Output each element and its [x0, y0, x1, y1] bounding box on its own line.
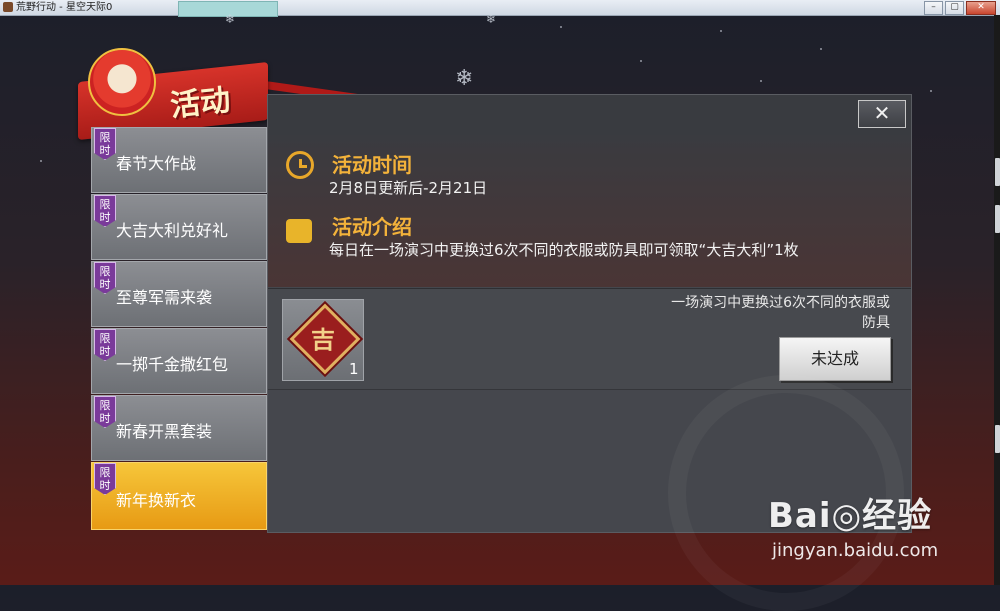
- reward-count: 1: [349, 360, 359, 378]
- activity-info: 活动时间 2月8日更新后-2月21日 活动介绍 每日在一场演习中更换过6次不同的…: [268, 135, 911, 287]
- sidebar-item-new-clothes[interactable]: 限时 新年换新衣: [91, 462, 267, 530]
- task-desc-line: 防具: [862, 315, 890, 331]
- limited-tag: 限时: [94, 128, 116, 160]
- lion-mascot-icon: [88, 48, 156, 116]
- task-row: 吉 1 一场演习中更换过6次不同的衣服或 防具 未达成: [268, 289, 911, 390]
- sidebar-item-lucky-exchange[interactable]: 限时 大吉大利兑好礼: [91, 194, 267, 260]
- baidu-watermark: Bai◎经验: [768, 496, 933, 536]
- sidebar-item-label: 新春开黑套装: [116, 422, 213, 441]
- intro-text: 每日在一场演习中更换过6次不同的衣服或防具即可领取“大吉大利”1枚: [329, 241, 799, 259]
- edge-tab[interactable]: [995, 205, 1000, 233]
- limited-tag: 限时: [94, 329, 116, 361]
- sidebar-item-label: 至尊军需来袭: [116, 288, 213, 307]
- status-button[interactable]: 未达成: [779, 337, 891, 381]
- sidebar-item-squad-outfit[interactable]: 限时 新春开黑套装: [91, 395, 267, 461]
- star-dot: [930, 90, 932, 92]
- snowflake-icon: ❄: [225, 12, 236, 26]
- star-dot: [40, 160, 42, 162]
- sidebar-item-label: 新年换新衣: [116, 491, 197, 510]
- window-title: 荒野行动 - 星空天际0: [16, 2, 113, 13]
- edge-tab[interactable]: [995, 158, 1000, 186]
- time-title: 活动时间: [332, 153, 412, 177]
- limited-tag: 限时: [94, 262, 116, 294]
- window-controls: – ▢ ✕: [924, 1, 996, 15]
- sidebar-item-label: 一掷千金撒红包: [116, 355, 229, 374]
- sidebar-item-red-envelope[interactable]: 限时 一掷千金撒红包: [91, 328, 267, 394]
- sidebar-item-spring-battle[interactable]: 限时 春节大作战: [91, 127, 267, 193]
- reward-item-slot[interactable]: 吉 1: [282, 299, 364, 381]
- snowflake-icon: ❄: [486, 12, 497, 26]
- panel-header: ✕: [268, 95, 911, 135]
- sidebar-item-supply[interactable]: 限时 至尊军需来袭: [91, 261, 267, 327]
- intro-title: 活动介绍: [332, 215, 412, 239]
- watermark-url: jingyan.baidu.com: [772, 540, 939, 561]
- gift-icon: [286, 219, 312, 243]
- task-description: 一场演习中更换过6次不同的衣服或 防具: [628, 293, 890, 333]
- star-dot: [720, 30, 722, 32]
- star-dot: [820, 48, 822, 50]
- reward-char: 吉: [311, 326, 335, 354]
- page-title: 活动: [168, 82, 233, 125]
- edge-tab[interactable]: [995, 425, 1000, 453]
- star-dot: [640, 60, 642, 62]
- close-button[interactable]: ✕: [858, 100, 906, 128]
- limited-tag: 限时: [94, 396, 116, 428]
- minimize-button[interactable]: –: [924, 1, 943, 15]
- clock-icon: [286, 151, 314, 179]
- app-icon: [3, 2, 13, 12]
- limited-tag: 限时: [94, 195, 116, 227]
- sidebar-item-label: 大吉大利兑好礼: [116, 221, 229, 240]
- star-dot: [560, 26, 562, 28]
- activity-sidebar: 限时 春节大作战 限时 大吉大利兑好礼 限时 至尊军需来袭 限时 一掷千金撒红包…: [91, 127, 267, 531]
- time-text: 2月8日更新后-2月21日: [329, 179, 488, 197]
- star-dot: [760, 80, 762, 82]
- maximize-button[interactable]: ▢: [945, 1, 964, 15]
- close-window-button[interactable]: ✕: [966, 1, 996, 15]
- sidebar-item-label: 春节大作战: [116, 154, 197, 173]
- limited-tag: 限时: [94, 463, 116, 495]
- window-titlebar: 荒野行动 - 星空天际0 – ▢ ✕: [0, 0, 1000, 17]
- task-desc-line: 一场演习中更换过6次不同的衣服或: [671, 295, 890, 311]
- activity-panel: ✕ 活动时间 2月8日更新后-2月21日 活动介绍 每日在一场演习中更换过6次不…: [267, 94, 912, 611]
- window-right-edge: [994, 15, 1000, 585]
- snowflake-icon: ❄: [455, 66, 474, 91]
